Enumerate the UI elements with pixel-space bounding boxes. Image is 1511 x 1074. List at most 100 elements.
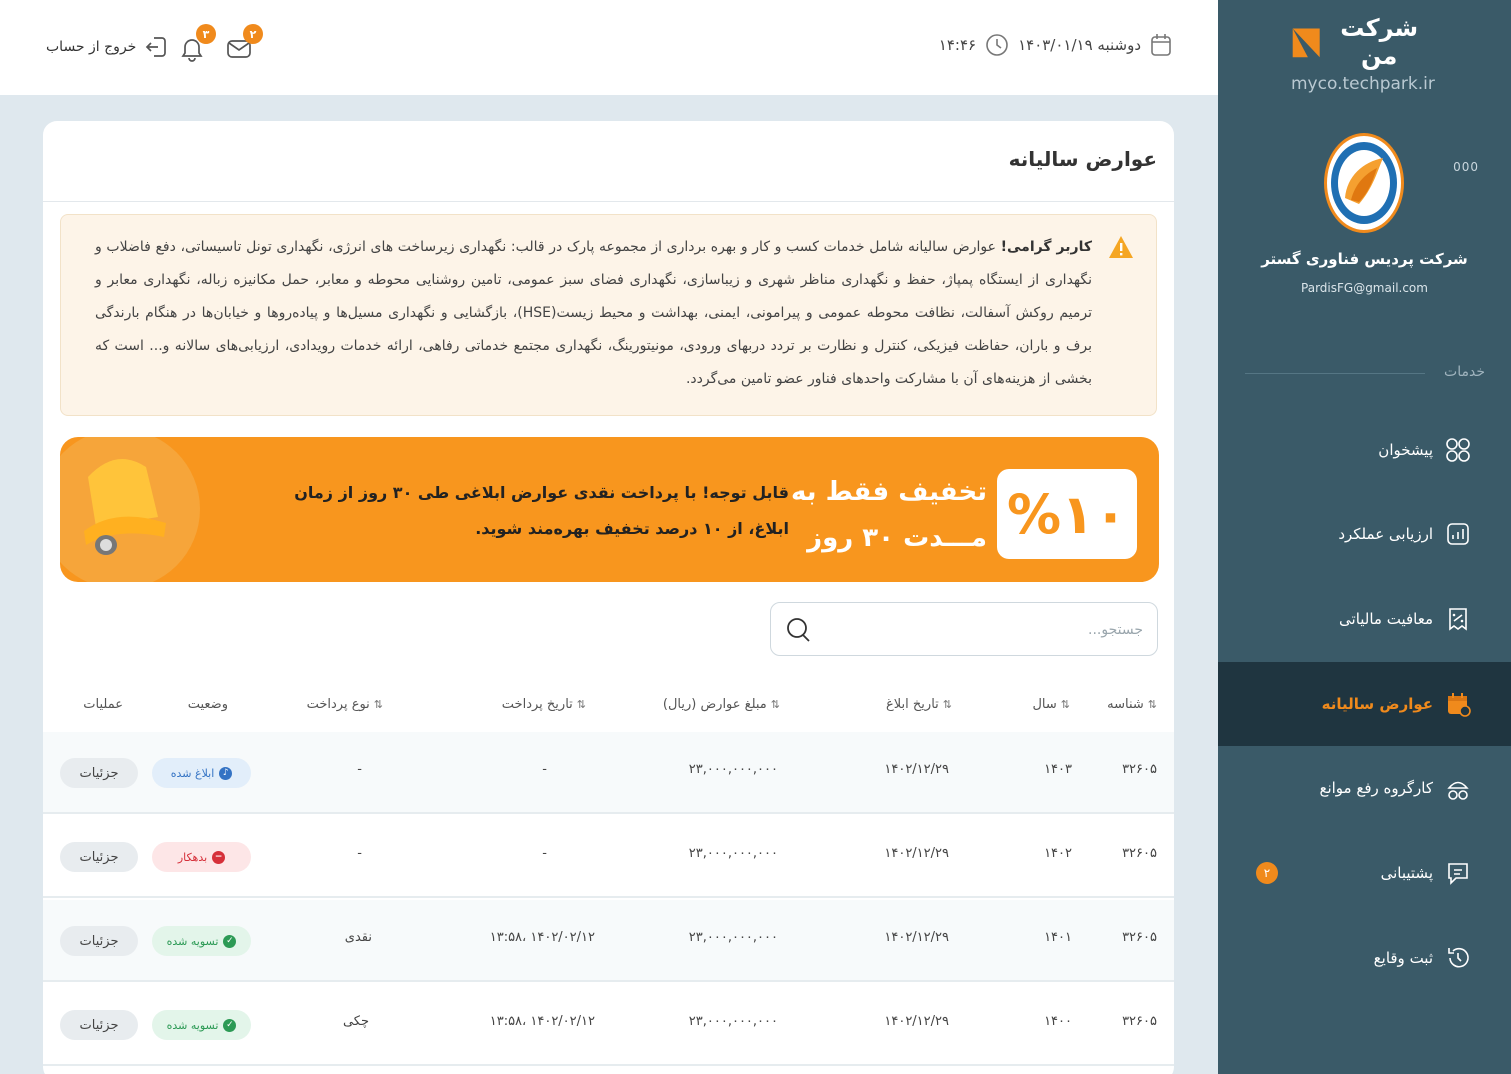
col-id[interactable]: ⇅ شناسه bbox=[1107, 697, 1157, 712]
top-bar: دوشنبه ۱۴۰۳/۰۱/۱۹ ۱۴:۴۶ ۲ ۳ خروج از حساب bbox=[0, 0, 1218, 95]
brand: شرکت من myco.techpark.ir bbox=[1291, 14, 1435, 94]
calendar-icon bbox=[1445, 691, 1471, 717]
sidebar-item-performance[interactable]: ارزیابی عملکرد bbox=[1218, 492, 1511, 576]
sidebar-item-event-log[interactable]: ثبت وقایع bbox=[1218, 916, 1511, 1000]
brand-logo-icon bbox=[1292, 28, 1320, 58]
messages-button[interactable]: ۲ bbox=[225, 24, 263, 62]
sidebar: شرکت من myco.techpark.ir 000 شرکت پردیس … bbox=[1218, 0, 1511, 1074]
table-row: ۳۲۶۰۵ ۱۴۰۲ ۱۴۰۲/۱۲/۲۹ ۲۳,۰۰۰,۰۰۰,۰۰۰ - -… bbox=[43, 816, 1174, 898]
sort-icon: ⇅ bbox=[942, 698, 952, 711]
history-icon bbox=[1445, 945, 1471, 971]
search-input[interactable] bbox=[843, 617, 1143, 643]
col-actions: عملیات bbox=[83, 697, 123, 712]
sort-icon: ⇅ bbox=[1147, 698, 1157, 711]
sidebar-item-support[interactable]: پشتیبانی ۲ bbox=[1218, 831, 1511, 915]
warning-icon bbox=[1109, 236, 1133, 258]
cell-notice-date: ۱۴۰۲/۱۲/۲۹ bbox=[884, 1014, 949, 1029]
sidebar-item-label: ارزیابی عملکرد bbox=[1338, 525, 1433, 543]
cell-pay-date: ۱۴۰۲/۰۲/۱۲ ،۱۳:۵۸ bbox=[489, 930, 595, 945]
sidebar-item-annual-fees[interactable]: عوارض سالیانه bbox=[1218, 662, 1511, 746]
details-button[interactable]: جزئیات bbox=[60, 758, 138, 788]
receipt-icon bbox=[1445, 606, 1471, 632]
sidebar-item-dashboard[interactable]: پیشخوان bbox=[1218, 408, 1511, 492]
col-pay-type[interactable]: ⇅ نوع پرداخت bbox=[307, 697, 383, 712]
sidebar-item-label: معافیت مالیاتی bbox=[1339, 610, 1433, 628]
details-button[interactable]: جزئیات bbox=[60, 926, 138, 956]
cell-amount: ۲۳,۰۰۰,۰۰۰,۰۰۰ bbox=[688, 846, 778, 861]
notifications-button[interactable]: ۳ bbox=[178, 24, 216, 62]
cell-amount: ۲۳,۰۰۰,۰۰۰,۰۰۰ bbox=[688, 762, 778, 777]
sidebar-item-label: پیشخوان bbox=[1378, 441, 1433, 459]
notifications-badge: ۳ bbox=[196, 24, 216, 44]
cell-year: ۱۴۰۳ bbox=[1044, 762, 1072, 777]
cell-year: ۱۴۰۱ bbox=[1044, 930, 1072, 945]
cell-year: ۱۴۰۲ bbox=[1044, 846, 1072, 861]
banner-text: قابل توجه! با پرداخت نقدی عوارض ابلاغی ط… bbox=[294, 483, 789, 538]
company-name: شرکت پردیس فناوری گستر bbox=[1261, 250, 1468, 268]
status-badge: ✓ تسویه شده bbox=[152, 1010, 251, 1040]
details-button[interactable]: جزئیات bbox=[60, 842, 138, 872]
date-text: دوشنبه ۱۴۰۳/۰۱/۱۹ bbox=[1018, 36, 1141, 54]
sort-icon: ⇅ bbox=[1060, 698, 1070, 711]
cell-pay-date: - bbox=[542, 846, 547, 861]
chat-icon bbox=[1445, 860, 1471, 886]
page-title: عوارض سالیانه bbox=[1008, 147, 1157, 171]
section-label: خدمات bbox=[1444, 364, 1485, 380]
sidebar-item-label: ثبت وقایع bbox=[1373, 949, 1433, 967]
cell-pay-type: - bbox=[357, 762, 362, 777]
logout-label: خروج از حساب bbox=[46, 39, 137, 55]
notice-title: کاربر گرامی! bbox=[1000, 239, 1092, 255]
brand-title: شرکت من bbox=[1340, 14, 1419, 70]
cell-notice-date: ۱۴۰۲/۱۲/۲۹ bbox=[884, 762, 949, 777]
support-badge: ۲ bbox=[1256, 862, 1278, 884]
discount-banner: %۱۰ تخفیف فقط به مـــدت ۳۰ روز قابل توجه… bbox=[60, 437, 1159, 582]
clock-icon bbox=[986, 34, 1008, 56]
logout-icon bbox=[146, 37, 167, 57]
sort-icon: ⇅ bbox=[576, 698, 586, 711]
sort-icon: ⇅ bbox=[770, 698, 780, 711]
sidebar-item-label: کارگروه رفع موانع bbox=[1319, 779, 1433, 797]
divider bbox=[43, 201, 1174, 202]
company-logo-icon bbox=[1331, 142, 1397, 224]
minus-icon: − bbox=[212, 850, 226, 864]
banner-headline: تخفیف فقط به مـــدت ۳۰ روز bbox=[791, 469, 987, 561]
company-avatar bbox=[1324, 133, 1404, 233]
cell-pay-type: - bbox=[357, 846, 362, 861]
table-row: ۳۲۶۰۵ ۱۴۰۳ ۱۴۰۲/۱۲/۲۹ ۲۳,۰۰۰,۰۰۰,۰۰۰ - -… bbox=[43, 732, 1174, 814]
sidebar-item-label: عوارض سالیانه bbox=[1321, 695, 1433, 713]
status-badge: ✓ تسویه شده bbox=[152, 926, 251, 956]
cell-amount: ۲۳,۰۰۰,۰۰۰,۰۰۰ bbox=[688, 1014, 778, 1029]
col-year[interactable]: ⇅ سال bbox=[1032, 697, 1070, 712]
col-amount[interactable]: ⇅ مبلغ عوارض (ریال) bbox=[663, 697, 780, 712]
col-notice-date[interactable]: ⇅ تاریخ ابلاغ bbox=[886, 697, 952, 712]
banner-headline-line-2: مـــدت ۳۰ روز bbox=[807, 523, 987, 553]
cell-id: ۳۲۶۰۵ bbox=[1122, 762, 1157, 777]
search-box bbox=[770, 602, 1158, 656]
table-header: ⇅ شناسه ⇅ سال ⇅ تاریخ ابلاغ ⇅ مبلغ عوارض (ری… bbox=[43, 681, 1174, 731]
status-badge: − بدهکار bbox=[152, 842, 251, 872]
cell-pay-type: نقدی bbox=[344, 930, 372, 945]
cell-pay-date: - bbox=[542, 762, 547, 777]
sidebar-item-obstacles-group[interactable]: کارگروه رفع موانع bbox=[1218, 746, 1511, 830]
time-text: ۱۴:۴۶ bbox=[938, 36, 977, 54]
more-options-icon[interactable]: 000 bbox=[1453, 160, 1479, 174]
annual-fees-card: عوارض سالیانه کاربر گرامی! عوارض سالیانه… bbox=[43, 121, 1174, 1074]
sidebar-item-label: پشتیبانی bbox=[1380, 864, 1433, 882]
sidebar-item-tax-exemption[interactable]: معافیت مالیاتی bbox=[1218, 577, 1511, 661]
search-icon[interactable] bbox=[785, 616, 813, 644]
grid-icon bbox=[1445, 437, 1471, 463]
bell-icon: ♪ bbox=[219, 766, 233, 780]
notice-box: کاربر گرامی! عوارض سالیانه شامل خدمات کس… bbox=[60, 214, 1157, 416]
cell-notice-date: ۱۴۰۲/۱۲/۲۹ bbox=[884, 930, 949, 945]
section-divider bbox=[1245, 373, 1425, 374]
notice-text: عوارض سالیانه شامل خدمات کسب و کار و بهر… bbox=[95, 239, 1092, 387]
cell-year: ۱۴۰۰ bbox=[1044, 1014, 1072, 1029]
col-status: وضعیت bbox=[187, 697, 228, 712]
col-pay-date[interactable]: ⇅ تاریخ پرداخت bbox=[502, 697, 586, 712]
details-button[interactable]: جزئیات bbox=[60, 1010, 138, 1040]
company-email: PardisFG@gmail.com bbox=[1301, 281, 1428, 295]
logout-button[interactable]: خروج از حساب bbox=[46, 34, 168, 60]
group-icon bbox=[1445, 775, 1471, 801]
brand-url: myco.techpark.ir bbox=[1291, 74, 1435, 94]
discount-percent: %۱۰ bbox=[997, 469, 1137, 559]
